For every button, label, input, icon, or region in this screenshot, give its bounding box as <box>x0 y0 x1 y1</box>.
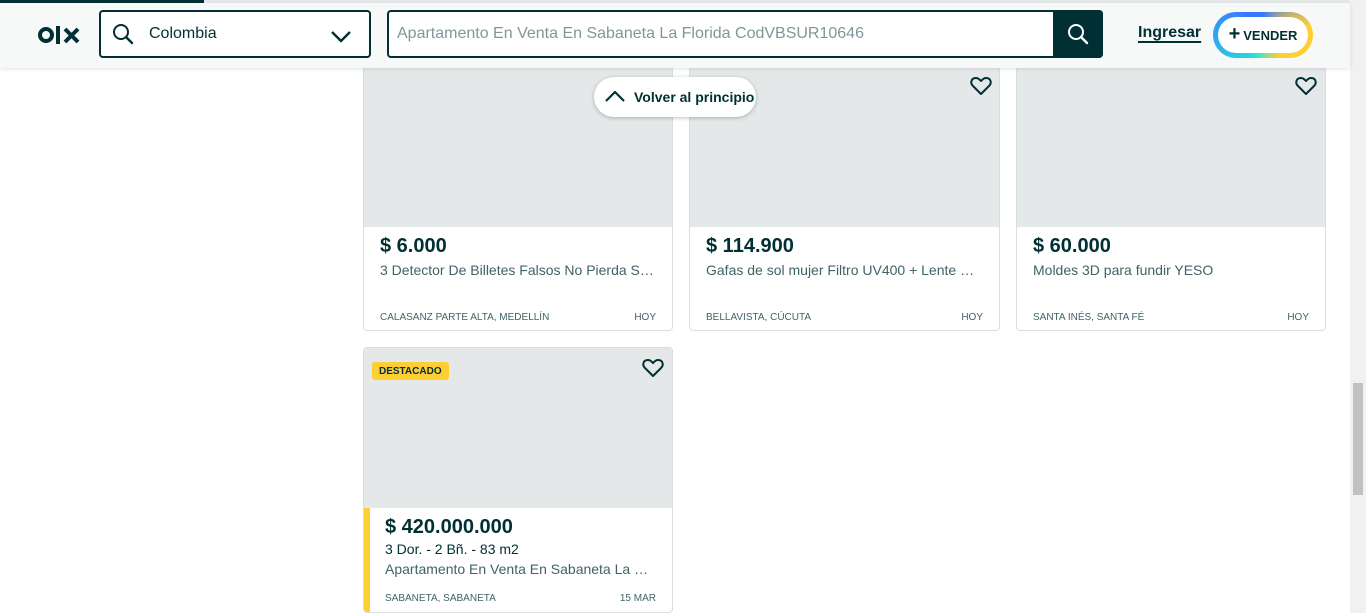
listing-location: SABANETA, SABANETA <box>385 593 496 604</box>
login-link[interactable]: Ingresar <box>1138 24 1201 42</box>
listing-title: Moldes 3D para fundir YESO <box>1033 262 1214 278</box>
listing-specs: 3 Dor. - 2 Bñ. - 83 m2 <box>385 541 519 557</box>
listing-title: Gafas de sol mujer Filtro UV400 + Lente … <box>706 262 982 278</box>
sell-button[interactable]: + VENDER <box>1213 12 1313 58</box>
listing-date: 15 MAR <box>619 593 656 604</box>
location-value: Colombia <box>149 25 217 42</box>
listing-date: HOY <box>961 312 983 323</box>
featured-info: $ 420.000.000 3 Dor. - 2 Bñ. - 83 m2 Apa… <box>364 508 672 612</box>
listing-price: $ 60.000 <box>1033 235 1111 257</box>
top-navbar: Colombia Ingresar + VENDER <box>0 3 1350 68</box>
heart-icon[interactable] <box>1294 74 1318 98</box>
listing-title: Apartamento En Venta En Sabaneta La Flor… <box>385 561 655 577</box>
featured-badge: DESTACADO <box>372 362 449 380</box>
listing-location: SANTA INÉS, SANTA FÉ <box>1033 312 1145 323</box>
scrollbar-thumb[interactable] <box>1353 383 1363 495</box>
plus-icon: + <box>1228 23 1241 45</box>
listing-card[interactable]: $ 60.000 Moldes 3D para fundir YESO SANT… <box>1016 56 1326 331</box>
search-icon <box>1068 24 1089 45</box>
vertical-scrollbar[interactable] <box>1350 0 1366 613</box>
listing-card-featured[interactable]: DESTACADO $ 420.000.000 3 Dor. - 2 Bñ. -… <box>363 347 673 613</box>
listing-image <box>1017 57 1325 227</box>
sell-label: VENDER <box>1243 27 1298 43</box>
listing-price: $ 114.900 <box>706 235 794 257</box>
olx-logo[interactable] <box>38 23 82 47</box>
search-button[interactable] <box>1053 10 1103 58</box>
search-input[interactable] <box>397 12 1047 56</box>
listing-location: BELLAVISTA, CÚCUTA <box>706 312 812 323</box>
search-icon <box>113 24 134 45</box>
search-bar <box>387 10 1103 58</box>
listing-date: HOY <box>634 312 656 323</box>
listing-title: 3 Detector De Billetes Falsos No Pierda … <box>380 262 656 278</box>
chevron-down-icon[interactable] <box>329 24 353 48</box>
heart-icon[interactable] <box>969 74 993 98</box>
listing-location: CALASANZ PARTE ALTA, MEDELLÍN <box>380 312 550 323</box>
listing-date: HOY <box>1287 312 1309 323</box>
back-to-top-button[interactable]: Volver al principio <box>594 77 756 117</box>
listing-price: $ 6.000 <box>380 235 447 257</box>
heart-icon[interactable] <box>641 356 665 380</box>
listing-price: $ 420.000.000 <box>385 516 513 538</box>
chevron-up-icon <box>605 90 625 102</box>
back-to-top-label: Volver al principio <box>634 89 755 105</box>
location-selector[interactable]: Colombia <box>99 10 371 58</box>
